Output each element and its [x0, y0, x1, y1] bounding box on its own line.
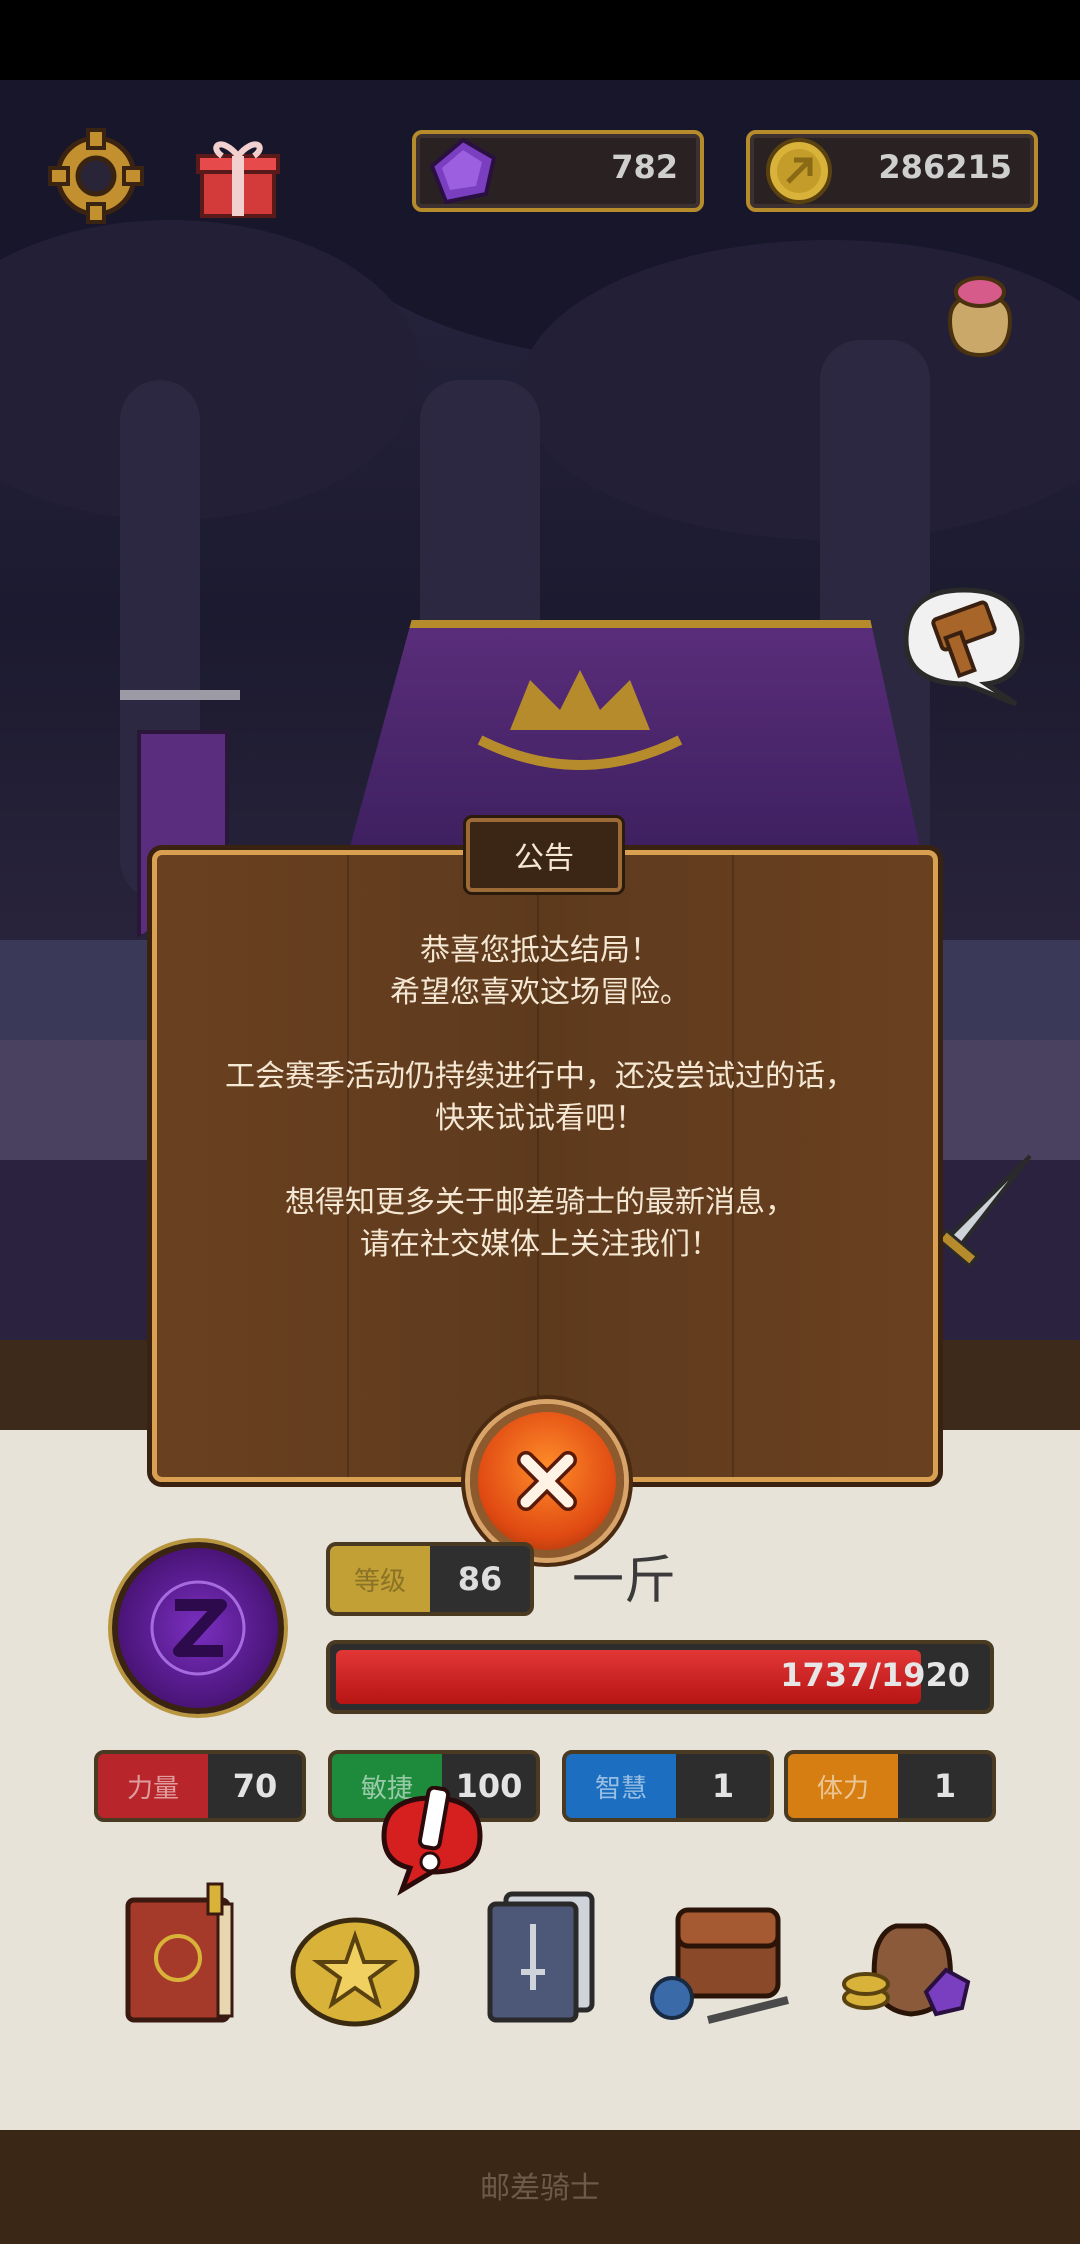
- treasure-bag-icon[interactable]: [930, 260, 1030, 360]
- notice-line: 希望您喜欢这场冒险。: [390, 975, 690, 1010]
- sword-icon: [936, 1154, 1032, 1268]
- stat-label: 力量: [98, 1754, 208, 1818]
- coin-counter[interactable]: 286215: [746, 130, 1038, 212]
- player-name: 一斤: [572, 1551, 677, 1611]
- stat-wisdom: 智慧 1: [562, 1750, 774, 1822]
- notice-title: 公告: [466, 818, 622, 892]
- hp-bar: 1737/1920: [326, 1640, 994, 1714]
- gem-counter[interactable]: 782: [412, 130, 704, 212]
- gold-coin-icon: [766, 138, 832, 204]
- notice-line: 请在社交媒体上关注我们！: [360, 1227, 720, 1262]
- banner-pole: [120, 690, 240, 700]
- stat-label: 智慧: [566, 1754, 676, 1818]
- journal-book-icon[interactable]: [108, 1880, 258, 2030]
- level-label: 等级: [330, 1546, 430, 1612]
- gift-box-icon[interactable]: [192, 130, 284, 222]
- app-title: 邮差骑士: [480, 2171, 600, 2206]
- coin-count: 286215: [878, 148, 1012, 186]
- hp-text: 1737/1920: [780, 1656, 970, 1694]
- status-bar: [0, 0, 1080, 80]
- level-value: 86: [457, 1560, 503, 1598]
- guild-z-icon: [150, 1580, 246, 1676]
- star-coin-icon[interactable]: [280, 1880, 430, 2030]
- guild-emblem[interactable]: [112, 1542, 284, 1714]
- shop-money-bag-icon[interactable]: [836, 1880, 986, 2030]
- card-deck-icon[interactable]: [466, 1880, 616, 2030]
- hammer-speech-icon[interactable]: [896, 580, 1032, 706]
- gem-count: 782: [611, 148, 678, 186]
- purple-gem-icon: [429, 137, 497, 205]
- notice-line: 想得知更多关于邮差骑士的最新消息，: [285, 1185, 795, 1220]
- notice-line: 快来试试看吧！: [435, 1101, 645, 1136]
- level-badge: 等级 86: [326, 1542, 534, 1616]
- crown-emblem-icon: [477, 670, 683, 770]
- stat-value: 1: [933, 1767, 957, 1805]
- notice-line: 工会赛季活动仍持续进行中，还没尝试过的话，: [225, 1059, 855, 1094]
- inventory-satchel-icon[interactable]: [648, 1880, 798, 2030]
- notice-line: 恭喜您抵达结局！: [420, 933, 660, 968]
- notice-body: 恭喜您抵达结局！ 希望您喜欢这场冒险。 工会赛季活动仍持续进行中，还没尝试过的话…: [172, 930, 908, 1308]
- stat-value: 1: [711, 1767, 735, 1805]
- stat-stamina: 体力 1: [784, 1750, 996, 1822]
- settings-gear-icon[interactable]: [48, 128, 144, 224]
- stat-value: 70: [232, 1767, 278, 1805]
- stat-strength: 力量 70: [94, 1750, 306, 1822]
- stat-label: 体力: [788, 1754, 898, 1818]
- close-icon: [517, 1451, 577, 1511]
- close-dialog-button[interactable]: [470, 1404, 624, 1558]
